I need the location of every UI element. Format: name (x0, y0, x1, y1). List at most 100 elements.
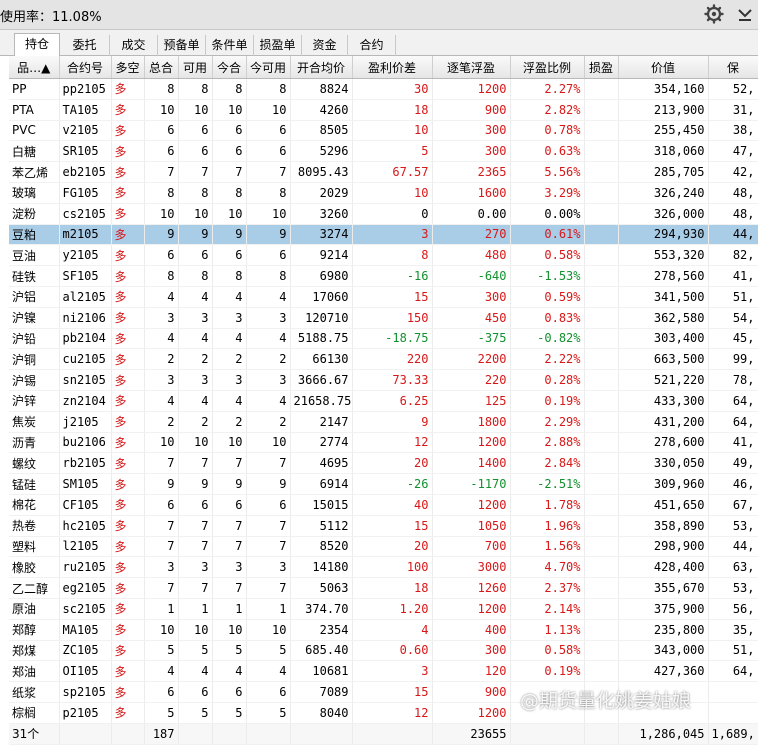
col-header-available[interactable]: 可用 (178, 56, 213, 79)
col-header-margin[interactable]: 保 (708, 56, 758, 79)
col-header-value[interactable]: 价值 (618, 56, 709, 79)
cell-product: 乙二醇 (9, 577, 60, 599)
table-row[interactable]: 沪铅 pb2104 多 4 4 4 4 5188.75 -18.75 -375 -0.82% 303,… (9, 328, 758, 350)
tab-conditional-orders[interactable]: 条件单 (206, 35, 254, 56)
cell-contract: ZC105 (59, 640, 112, 662)
table-row[interactable]: 豆油 y2105 多 6 6 6 6 9214 8 480 0.58% 553,320 82, (9, 244, 758, 267)
table-row[interactable]: 沪铝 al2105 多 4 4 4 4 17060 15 300 0.59% 341,500 51, (9, 286, 758, 308)
footer-cell (584, 722, 619, 745)
cell-profit-spread: 18 (352, 99, 433, 121)
tab-prepared-orders[interactable]: 预备单 (158, 35, 206, 56)
chevron-down-icon[interactable] (736, 5, 754, 23)
cell-direction: 多 (111, 515, 145, 537)
cell-floating-pnl: 1200 (432, 702, 511, 724)
cell-total: 5 (144, 702, 179, 724)
tab-trades[interactable]: 成交 (110, 35, 158, 56)
table-row[interactable]: 玻璃 FG105 多 8 8 8 8 2029 10 1600 3.29% 326,240 48, (9, 182, 758, 204)
table-row[interactable]: 塑料 l2105 多 7 7 7 7 8520 20 700 1.56% 298,900 44, (9, 536, 758, 558)
table-row[interactable]: 郑醇 MA105 多 10 10 10 10 2354 4 400 1.13% 235,800 35, (9, 619, 758, 641)
table-row[interactable]: 乙二醇 eg2105 多 7 7 7 7 5063 18 1260 2.37% 355,670 53, (9, 577, 758, 599)
cell-pnl-ratio: 3.29% (510, 182, 585, 204)
table-row[interactable]: 沪锡 sn2105 多 3 3 3 3 3666.67 73.33 220 0.28% 521,220… (9, 369, 758, 391)
table-row[interactable]: 郑煤 ZC105 多 5 5 5 5 685.40 0.60 300 0.58% 343,000 51, (9, 640, 758, 662)
cell-total: 7 (144, 515, 179, 537)
cell-product: 沪锡 (9, 369, 60, 391)
cell-total: 1 (144, 598, 179, 620)
col-header-total[interactable]: 总合 (144, 56, 179, 79)
table-row[interactable]: 白糖 SR105 多 6 6 6 6 5296 5 300 0.63% 318,060 47, (9, 140, 758, 163)
table-row[interactable]: 沪锌 zn2104 多 4 4 4 4 21658.75 6.25 125 0.19% 433,300… (9, 390, 758, 412)
cell-avg-open-price: 21658.75 (290, 390, 353, 412)
table-row[interactable]: 豆粕 m2105 多 9 9 9 9 3274 3 270 0.61% 294,930 44, (9, 224, 758, 246)
cell-total: 7 (144, 161, 179, 183)
cell-direction: 多 (111, 702, 145, 724)
col-header-floating-pnl[interactable]: 逐笔浮盈 (432, 56, 511, 79)
cell-today-available: 3 (246, 556, 291, 579)
table-row[interactable]: 硅铁 SF105 多 8 8 8 8 6980 -16 -640 -1.53% 278,560 41, (9, 265, 758, 287)
cell-avg-open-price: 2029 (290, 182, 353, 204)
gear-icon[interactable] (704, 4, 724, 24)
cell-stop-profit (584, 140, 619, 163)
tab-contracts[interactable]: 合约 (348, 35, 396, 56)
table-row[interactable]: 橡胶 ru2105 多 3 3 3 3 14180 100 3000 4.70% 428,400 63, (9, 556, 758, 579)
footer-cell (290, 722, 353, 745)
cell-available: 10 (178, 432, 213, 454)
col-header-avg-open-price[interactable]: 开合均价 (290, 56, 353, 79)
col-header-pnl-ratio[interactable]: 浮盈比例 (510, 56, 585, 79)
cell-profit-spread: 5 (352, 140, 433, 163)
cell-product: PP (9, 78, 60, 100)
col-header-today[interactable]: 今合 (212, 56, 247, 79)
table-row[interactable]: 焦炭 j2105 多 2 2 2 2 2147 9 1800 2.29% 431,200 64, (9, 411, 758, 433)
col-header-contract[interactable]: 合约号 (59, 56, 112, 79)
cell-today: 3 (212, 307, 247, 329)
table-row[interactable]: PTA TA105 多 10 10 10 10 4260 18 900 2.82% 213,900 31… (9, 99, 758, 121)
cell-direction: 多 (111, 265, 145, 287)
cell-today: 2 (212, 348, 247, 371)
cell-total: 9 (144, 224, 179, 246)
table-row[interactable]: 淀粉 cs2105 多 10 10 10 10 3260 0 0.00 0.00% 326,000 48… (9, 203, 758, 225)
cell-floating-pnl: 1200 (432, 598, 511, 620)
cell-contract: TA105 (59, 99, 112, 121)
tab-orders[interactable]: 委托 (60, 35, 110, 56)
cell-today-available: 7 (246, 515, 291, 537)
cell-available: 6 (178, 681, 213, 703)
cell-today: 7 (212, 161, 247, 183)
table-row[interactable]: 郑油 OI105 多 4 4 4 4 10681 3 120 0.19% 427,360 64, (9, 660, 758, 683)
cell-value: 278,560 (618, 265, 709, 287)
col-header-stop-profit[interactable]: 损盈 (584, 56, 619, 79)
table-row[interactable]: 沥青 bu2106 多 10 10 10 10 2774 12 1200 2.88% 278,600 4… (9, 432, 758, 454)
cell-profit-spread: 150 (352, 307, 433, 329)
table-row[interactable]: 苯乙烯 eb2105 多 7 7 7 7 8095.43 67.57 2365 5.56% 285,7… (9, 161, 758, 183)
cell-available: 7 (178, 161, 213, 183)
table-row[interactable]: 原油 sc2105 多 1 1 1 1 374.70 1.20 1200 2.14% 375,900 5… (9, 598, 758, 620)
table-row[interactable]: 棉花 CF105 多 6 6 6 6 15015 40 1200 1.78% 451,650 67, (9, 494, 758, 516)
cell-total: 6 (144, 681, 179, 703)
table-row[interactable]: 棕榈 p2105 多 5 5 5 5 8040 12 1200 (9, 702, 758, 724)
table-row[interactable]: 锰硅 SM105 多 9 9 9 9 6914 -26 -1170 -2.51% 309,960 46, (9, 473, 758, 495)
table-row[interactable]: 纸浆 sp2105 多 6 6 6 6 7089 15 900 (9, 681, 758, 703)
cell-contract: sc2105 (59, 598, 112, 620)
cell-profit-spread: 220 (352, 348, 433, 371)
cell-profit-spread: 12 (352, 702, 433, 724)
table-row[interactable]: 热卷 hc2105 多 7 7 7 7 5112 15 1050 1.96% 358,890 53, (9, 515, 758, 537)
table-row[interactable]: 螺纹 rb2105 多 7 7 7 7 4695 20 1400 2.84% 330,050 49, (9, 452, 758, 475)
cell-margin: 53, (708, 577, 758, 599)
cell-direction: 多 (111, 140, 145, 163)
col-header-direction[interactable]: 多空 (111, 56, 145, 79)
col-header-today-available[interactable]: 今可用 (246, 56, 291, 79)
cell-floating-pnl: 220 (432, 369, 511, 391)
table-row[interactable]: 沪镍 ni2106 多 3 3 3 3 120710 150 450 0.83% 362,580 54, (9, 307, 758, 329)
table-row[interactable]: 沪铜 cu2105 多 2 2 2 2 66130 220 2200 2.22% 663,500 99, (9, 348, 758, 371)
footer-cell (212, 722, 247, 745)
tab-funds[interactable]: 资金 (302, 35, 348, 56)
table-row[interactable]: PVC v2105 多 6 6 6 6 8505 10 300 0.78% 255,450 38, (9, 120, 758, 142)
tab-stop-profit-orders[interactable]: 损盈单 (254, 35, 302, 56)
col-header-product[interactable]: 品…▲ (9, 56, 60, 79)
tab-positions[interactable]: 持仓 (14, 33, 60, 56)
col-header-profit-spread[interactable]: 盈利价差 (352, 56, 433, 79)
cell-direction: 多 (111, 182, 145, 204)
cell-profit-spread: 30 (352, 78, 433, 100)
cell-available: 10 (178, 99, 213, 121)
table-row[interactable]: PP pp2105 多 8 8 8 8 8824 30 1200 2.27% 354,160 52, (9, 78, 758, 100)
cell-margin: 44, (708, 224, 758, 246)
